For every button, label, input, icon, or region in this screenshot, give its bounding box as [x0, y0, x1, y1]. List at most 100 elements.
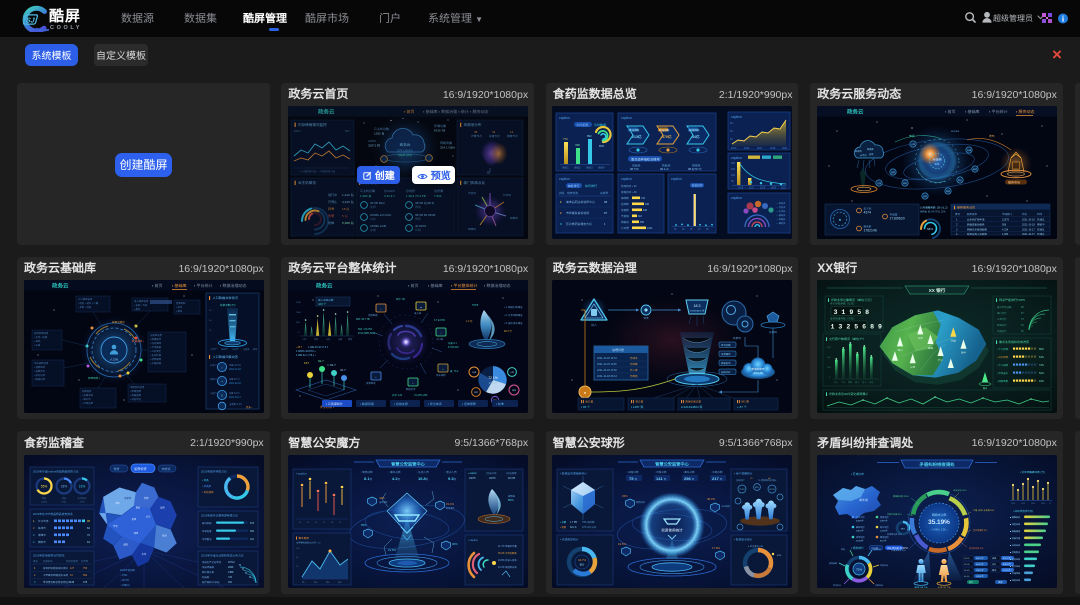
svg-text:STANDARD 库: STANDARD 库 — [690, 309, 705, 313]
svg-text:省食药监稽查总队支队: 省食药监稽查总队支队 — [43, 566, 69, 570]
svg-text:2021-10-18 10:52: 2021-10-18 10:52 — [597, 368, 617, 372]
svg-text:共享次数(万)↑: 共享次数(万)↑ — [220, 303, 236, 307]
svg-text:网络: 网络 — [973, 168, 977, 171]
svg-text:▪ 云资源统计: ▪ 云资源统计 — [326, 402, 343, 406]
svg-text:▪ 调处统计: ▪ 调处统计 — [851, 546, 864, 550]
svg-text:云主机扩容申请: 云主机扩容申请 — [967, 218, 985, 222]
svg-text:张家界: 张家界 — [124, 496, 131, 500]
svg-text:1.2 亿: 1.2 亿 — [466, 319, 473, 323]
svg-text:应用: 应用 — [923, 195, 927, 198]
svg-text:完成率: 完成率 — [600, 191, 609, 195]
svg-text:本年新增存款（万元）: 本年新增存款（万元） — [830, 317, 856, 321]
svg-text:2021: 2021 — [782, 146, 788, 150]
svg-text:583: 53,7 TB: 583: 53,7 TB — [356, 317, 370, 321]
svg-text:▪: ▪ — [375, 375, 376, 379]
svg-text:167: 167 — [304, 361, 309, 365]
svg-text:▪ 首页: ▪ 首页 — [152, 283, 163, 289]
svg-text:清洗: 清洗 — [644, 316, 650, 320]
svg-text:17169620: 17169620 — [889, 216, 904, 221]
svg-text:郴州: 郴州 — [154, 554, 159, 558]
svg-text:caption: caption — [559, 115, 570, 120]
svg-text:55%: 55% — [40, 483, 47, 488]
svg-text:损害赔偿: 损害赔偿 — [829, 562, 837, 565]
svg-text:◔ 在逃人员: ◔ 在逃人员 — [416, 470, 429, 474]
svg-text:处罚数: 处罚数 — [81, 559, 89, 563]
svg-text:87: 87 — [604, 211, 608, 215]
svg-text:2019年监测数: 2019年监测数 — [120, 568, 135, 572]
svg-text:213亿: 213亿 — [632, 134, 642, 140]
svg-text:2015: 2015 — [738, 186, 744, 190]
svg-text:抽检3: 抽检3 — [586, 166, 593, 170]
svg-text:72.1%: 72.1% — [488, 375, 498, 380]
svg-text:12,873,962: 12,873,962 — [753, 371, 765, 375]
svg-text:62.1%: 62.1% — [770, 488, 776, 491]
svg-text:矛盾纠纷排查调处: 矛盾纠纷排查调处 — [918, 462, 955, 468]
svg-text:19078: 19078 — [469, 476, 476, 480]
svg-text:专项整治联合检查组驻点: 专项整治联合检查组驻点 — [43, 580, 71, 584]
svg-text:428 个: 428 个 — [318, 302, 326, 306]
svg-text:医疗纠纷类 326: 医疗纠纷类 326 — [969, 547, 984, 550]
svg-text:▪: ▪ — [380, 307, 381, 311]
svg-text:▪ 个人贷款: ▪ 个人贷款 — [997, 363, 1009, 367]
svg-text:478: 478 — [83, 580, 88, 584]
svg-text:35.19%: 35.19% — [928, 517, 950, 526]
svg-text:2016: 2016 — [1021, 502, 1025, 505]
svg-text:▪ 运维保障: ▪ 运维保障 — [462, 402, 476, 406]
svg-text:◔ 案件总数: ◔ 案件总数 — [682, 470, 695, 474]
svg-text:100: 100 — [731, 173, 736, 177]
svg-text:公安厅: 公安厅 — [210, 363, 218, 367]
svg-text:75.2%: 75.2% — [740, 488, 746, 491]
svg-text:▌ 存款业务近30日变化趋势展示: ▌ 存款业务近30日变化趋势展示 — [826, 392, 868, 396]
svg-text:▪ 理财销售: ▪ 理财销售 — [997, 379, 1009, 383]
svg-text:▌ 最新服务动态: ▌ 最新服务动态 — [954, 205, 975, 209]
svg-text:本月警情数同比分析 ↑7.2: 本月警情数同比分析 ↑7.2 — [296, 540, 321, 544]
svg-text:器械抽检: 器械抽检 — [689, 128, 700, 132]
svg-text:17.8%: 17.8% — [712, 546, 720, 550]
svg-text:政务应用上云服务: 政务应用上云服务 — [967, 232, 988, 236]
svg-text:已入库: 已入库 — [630, 368, 638, 372]
svg-text:不合格: 不合格 — [621, 214, 629, 218]
svg-text:772: 772 — [563, 137, 568, 141]
svg-text:19.5%: 19.5% — [618, 542, 626, 546]
svg-text:万宁: 万宁 — [938, 358, 944, 362]
svg-text:劳动争议类 623: 劳动争议类 623 — [887, 533, 902, 536]
svg-text:▪ 近年调解案件数 (万): ▪ 近年调解案件数 (万) — [1020, 470, 1045, 474]
svg-text:▪ 年龄 ▪ 性别: ▪ 年龄 ▪ 性别 — [78, 305, 92, 309]
svg-text:市质量监督检验院: 市质量监督检验院 — [566, 211, 589, 215]
svg-text:智慧公安监管中心: 智慧公安监管中心 — [655, 461, 690, 467]
svg-text:■ 房屋宅基: ■ 房屋宅基 — [1010, 537, 1020, 540]
svg-text:2021-10-18: 2021-10-18 — [229, 381, 241, 385]
svg-text:已校验: 已校验 — [630, 374, 638, 378]
svg-text:数据库: 数据库 — [867, 147, 874, 151]
svg-text:873: 873 — [250, 521, 255, 525]
svg-text:2019年各市州食品药品检查排名: 2019年各市州食品药品检查排名 — [33, 512, 73, 516]
svg-text:2019年现场检查处罚情况: 2019年现场检查处罚情况 — [33, 553, 65, 557]
svg-text:● 621494804 条: ● 621494804 条 — [681, 405, 703, 409]
svg-text:共享: 122: 共享: 122 — [392, 393, 403, 397]
svg-text:2019年全省从业数和单位分布占比: 2019年全省从业数和单位分布占比 — [201, 553, 244, 557]
svg-text:2019年案件类型占比: 2019年案件类型占比 — [201, 469, 227, 473]
svg-text:量: 73.2: 量: 73.2 — [450, 369, 459, 373]
svg-text:XX 银行: XX 银行 — [928, 288, 945, 294]
svg-text:86%: 86% — [508, 498, 514, 502]
svg-text:2962 件: 2962 件 — [976, 568, 984, 572]
svg-text:已转换: 已转换 — [630, 362, 638, 366]
svg-text:餐饮服务类: 餐饮服务类 — [202, 570, 215, 574]
svg-text:人社厅: 人社厅 — [232, 347, 239, 351]
svg-text:益阳: 益阳 — [131, 517, 136, 521]
svg-text:文昌: 文昌 — [950, 339, 956, 343]
svg-text:| 队伍管理: | 队伍管理 — [506, 471, 517, 475]
svg-text:▪ 首页: ▪ 首页 — [945, 109, 956, 115]
svg-text:审批: 审批 — [903, 182, 907, 185]
svg-text:26-35: 26-35 — [964, 562, 970, 566]
svg-text:▪ 资源类型统计: ▪ 资源类型统计 — [560, 537, 579, 541]
svg-text:合格批次 ▪ 30: 合格批次 ▪ 30 — [621, 190, 637, 194]
svg-text:检测批次 ▪ 32: 检测批次 ▪ 32 — [621, 184, 637, 188]
svg-text:43%: 43% — [755, 486, 759, 489]
svg-text:▌▌ 接口数: ▌▌ 接口数 — [737, 400, 750, 404]
svg-text:琼海: 琼海 — [928, 346, 934, 350]
svg-text:8261: 8261 — [61, 499, 67, 503]
svg-text:周三: 周三 — [314, 581, 318, 584]
svg-text:数据共享: 数据共享 — [406, 387, 416, 391]
svg-text:42%: 42% — [777, 553, 781, 557]
